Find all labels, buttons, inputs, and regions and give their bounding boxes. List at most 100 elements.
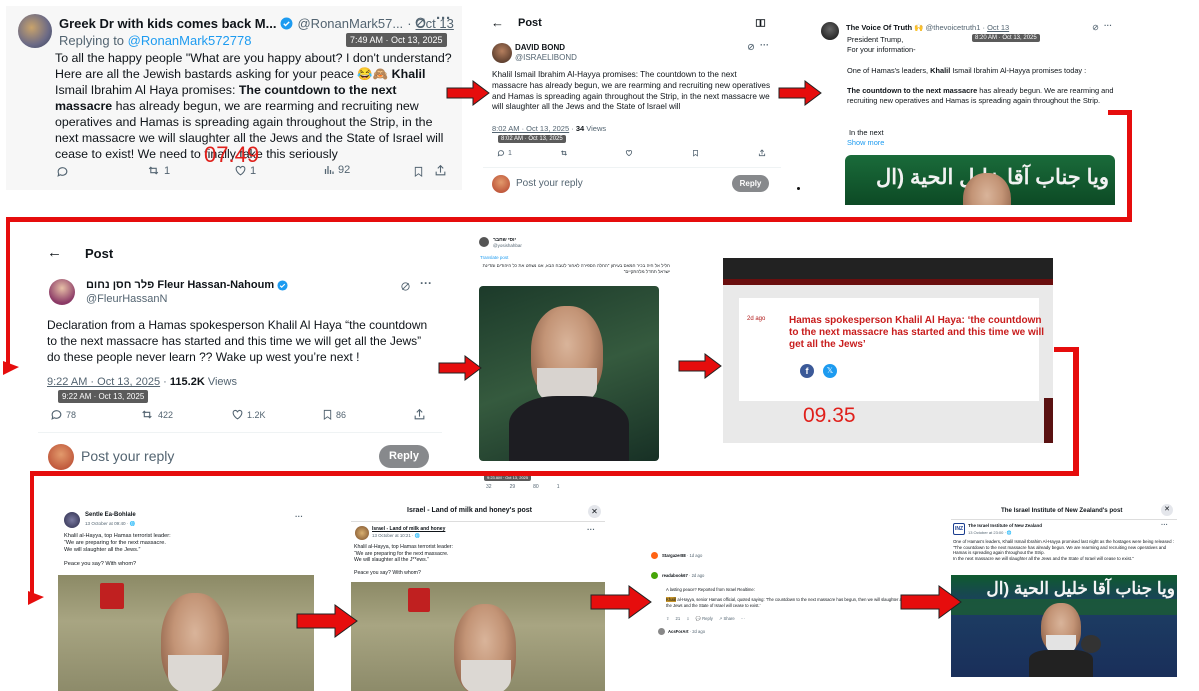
back-arrow-icon[interactable]: ← [47,244,62,261]
share-icon[interactable] [413,408,426,421]
avatar[interactable] [18,14,52,48]
user-avatar[interactable] [492,175,510,193]
avatar[interactable] [355,526,369,540]
author-name[interactable]: Sentle Ea-Bohlale [85,512,136,518]
facebook-share-icon[interactable]: f [800,364,814,378]
attached-photo[interactable] [479,286,659,461]
grok-icon[interactable] [1092,24,1099,31]
avatar[interactable] [651,552,658,559]
replying-handle[interactable]: @RonanMark572778 [128,33,252,48]
author-handle[interactable]: @FleurHassanN [86,293,167,305]
reply-button[interactable]: 78 [50,408,76,421]
attached-image[interactable]: ويا جناب آقا خليل الحية (ال [951,575,1177,677]
timestamp-tooltip: 9:22 AM · Oct 13, 2025 [58,390,149,403]
connector-line [1073,347,1079,475]
post-meta[interactable]: 13 October at 09:40 · [85,521,130,526]
reply-button[interactable]: Reply [379,445,429,468]
share-icon[interactable] [434,164,447,177]
show-more-link[interactable]: Show more [847,138,884,147]
author-name[interactable]: The Israel Institute of New Zealand [968,523,1042,528]
more-icon[interactable]: ··· [420,276,432,290]
upvote-icon[interactable]: ⇧ [666,616,670,622]
more-icon[interactable]: ··· [295,512,303,521]
grok-icon[interactable] [414,16,427,29]
greeting-line: President Trump, [847,35,904,44]
close-icon[interactable]: ✕ [1161,504,1173,516]
bookmark-icon[interactable] [413,165,424,178]
reply-count[interactable]: 32 [486,484,492,490]
post-timestamp[interactable]: 8:02 AM · Oct 13, 2025 [492,124,569,133]
retweet-button[interactable]: 1 [146,164,170,177]
avatar[interactable] [821,22,839,40]
attached-image[interactable]: ويا جناب آقا خليل الحية (ال [845,155,1115,205]
post-meta[interactable]: 13 October at 23:00 · [968,530,1007,535]
more-icon[interactable]: ··· [1104,21,1112,30]
bookmark-icon[interactable] [692,149,699,157]
reply-icon [497,150,505,157]
x-share-icon[interactable]: 𝕏 [823,364,837,378]
post-date[interactable]: Oct 13 [987,23,1009,32]
reply-button[interactable]: Reply [732,175,769,192]
reply-button[interactable]: 💬 Reply [696,616,713,622]
globe-icon: 🌐 [1006,530,1012,535]
attached-video[interactable] [58,575,314,691]
retweet-icon[interactable] [559,149,569,157]
dialog-title: The Israel Institute of New Zealand's po… [1001,507,1123,514]
tweet-panel-3: The Voice Of Truth 🙌 @thevoicetruth1 · O… [812,15,1122,205]
close-icon[interactable]: ✕ [588,505,601,518]
comment-intro: A lasting peace? Reported from Israel Re… [666,587,755,592]
dot-separator: · [407,16,412,31]
avatar[interactable] [49,279,75,305]
author-handle[interactable]: @yosishahbar [493,243,522,248]
back-arrow-icon[interactable]: ← [491,15,504,30]
author-name[interactable]: Greek Dr with kids comes back M... [59,16,276,31]
more-icon[interactable]: ··· [741,616,745,622]
translate-link[interactable]: Translate post [480,255,508,260]
author-handle[interactable]: @RonanMark57... [297,16,403,31]
avatar[interactable] [492,43,512,63]
share-icon[interactable] [758,149,766,157]
author-handle[interactable]: @thevoicetruth1 [926,23,981,32]
grok-icon[interactable] [747,43,755,51]
reply-icon[interactable] [56,165,69,178]
avatar[interactable] [658,628,665,635]
author-name[interactable]: The Voice Of Truth 🙌 [846,23,924,32]
grok-icon[interactable] [400,281,411,292]
attached-video[interactable] [351,582,605,691]
share-button[interactable]: ↗ Share [719,616,735,622]
headline[interactable]: Hamas spokesperson Khalil Al Haya: ‘the … [789,315,1045,351]
author-name[interactable]: DAVID BOND [515,43,565,52]
retweet-count[interactable]: 29 [510,484,516,490]
like-count[interactable]: 80 [533,484,539,490]
avatar[interactable] [479,237,489,247]
downvote-icon[interactable]: ⇩ [686,616,690,622]
views-label: Views [586,124,607,133]
author-handle[interactable]: @ISRAELIBOND [515,53,577,62]
author-name[interactable]: פלר חסן נחום Fleur Hassan-Nahoum [86,279,274,291]
views-button[interactable]: 92 [323,164,350,176]
like-button[interactable]: 1 [234,164,256,177]
heart-icon[interactable] [625,149,633,157]
bookmark-count[interactable]: 1 [557,484,560,490]
avatar[interactable] [64,512,80,528]
org-logo[interactable]: INZ [953,523,965,535]
author-name[interactable]: Israel - Land of milk and honey [372,526,445,532]
like-button[interactable]: 1.2K [231,408,266,421]
commenter-name[interactable]: readabook67 [662,573,688,578]
reply-input[interactable]: Post your reply [516,178,583,189]
more-icon[interactable]: ··· [760,40,769,50]
user-avatar[interactable] [48,444,74,470]
bookmark-button[interactable]: 86 [322,408,346,421]
reply-input[interactable]: Post your reply [81,448,174,464]
more-icon[interactable]: ··· [1161,522,1168,529]
commenter-name[interactable]: AcsForArt [668,629,688,634]
retweet-button[interactable]: 422 [139,408,173,421]
post-timestamp[interactable]: 9:22 AM · Oct 13, 2025 [47,376,160,388]
reader-icon[interactable] [755,18,766,28]
commenter-name[interactable]: Stargazer88 [662,553,686,558]
more-icon[interactable]: ··· [587,525,595,534]
more-icon[interactable]: ··· [436,10,451,27]
reply-button[interactable]: 1 [497,149,512,157]
post-meta[interactable]: 13 October at 10:21 · [372,533,415,538]
avatar[interactable] [651,572,658,579]
